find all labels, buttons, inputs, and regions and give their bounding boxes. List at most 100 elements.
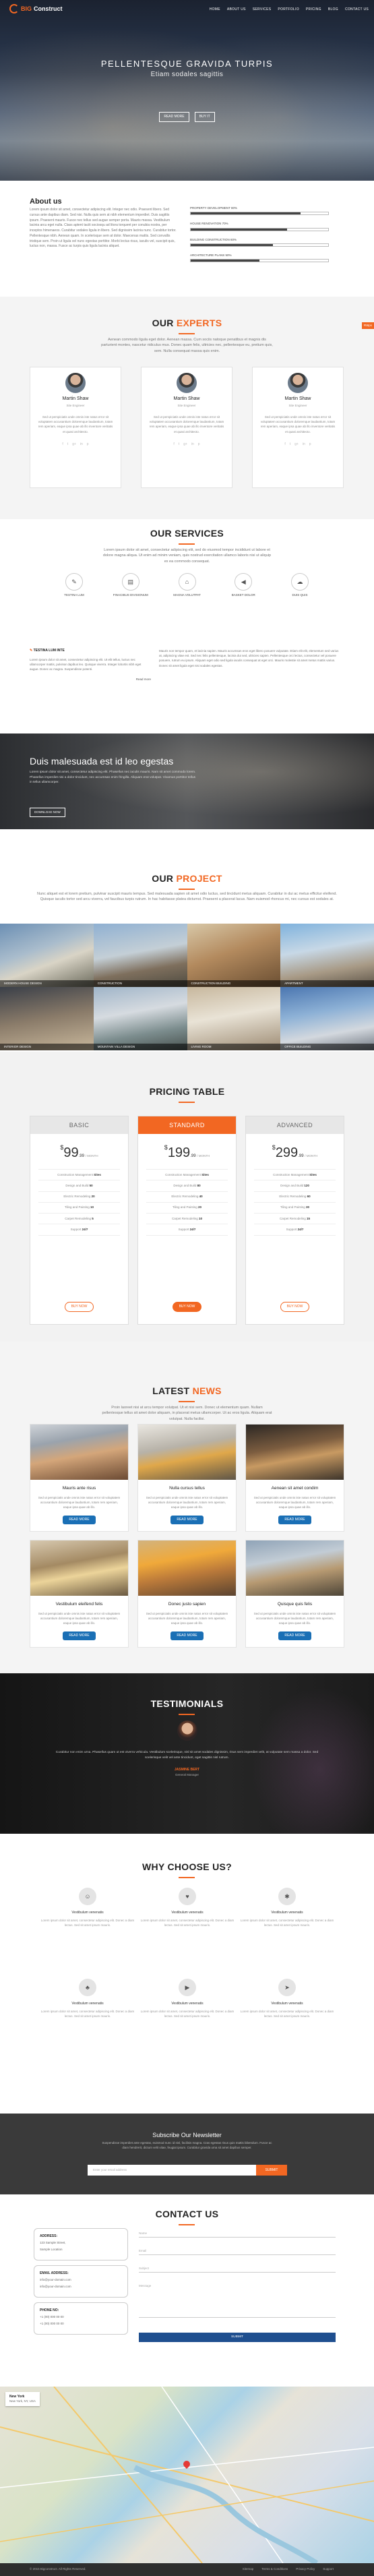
news-title[interactable]: Aenean sit amet condim: [246, 1485, 344, 1491]
choose-underline: [179, 1877, 195, 1878]
news-title[interactable]: Mauris ante risus: [30, 1485, 128, 1491]
service-item[interactable]: ▤ FINACIBUS DIVISIONUM: [111, 573, 151, 597]
news-image[interactable]: [246, 1540, 344, 1596]
hero-subtitle: Etiam sodales sagittis: [150, 71, 224, 78]
nav-pricing[interactable]: PRICING: [306, 7, 321, 12]
google-plus-icon[interactable]: g+: [72, 442, 76, 447]
skill-bar: PROPERTY DEVELOPMENT 80%: [190, 206, 329, 216]
message-field[interactable]: Message: [139, 2284, 336, 2318]
expert-name: Martin Shaw: [62, 396, 89, 401]
news-image[interactable]: [138, 1425, 236, 1480]
hero-read-more-button[interactable]: READ MORE: [159, 112, 189, 122]
pinterest-icon[interactable]: p: [87, 442, 89, 447]
footer-link-terms[interactable]: Terms & Conditions: [261, 2567, 288, 2571]
nav-contact[interactable]: CONTACT US: [345, 7, 369, 12]
map[interactable]: New York New York, NY, USA: [0, 2387, 374, 2563]
news-read-more-button[interactable]: READ MORE: [278, 1515, 311, 1524]
news-title[interactable]: Vestibulum eleifend felis: [30, 1601, 128, 1607]
news-title[interactable]: Quisque quis felis: [246, 1601, 344, 1607]
about-text: Lorem ipsum dolor sit amet, consectetur …: [30, 208, 177, 249]
facebook-icon[interactable]: f: [173, 442, 174, 447]
service-item[interactable]: ⌂ MAGNA VOLUTPAT: [167, 573, 208, 597]
service-item[interactable]: ☁ DUIS QUIS: [280, 573, 320, 597]
news-image[interactable]: [30, 1425, 128, 1480]
google-plus-icon[interactable]: g+: [294, 442, 299, 447]
plan-feature: Design and Build 80: [146, 1180, 228, 1192]
plan-feature: Electric Remodeling 60: [254, 1192, 336, 1203]
service-item[interactable]: ◀ BASKET DOLOR: [223, 573, 263, 597]
name-field[interactable]: Name: [139, 2231, 336, 2238]
project-tile[interactable]: CONSTRUCTION BUILDING: [187, 924, 281, 987]
buy-now-button[interactable]: BUY NOW: [172, 1302, 202, 1312]
footer-link-sitemap[interactable]: Sitemap: [243, 2567, 254, 2571]
footer-link-support[interactable]: Support: [323, 2567, 334, 2571]
plan-feature: Support 24/7: [254, 1224, 336, 1236]
expert-name: Martin Shaw: [173, 396, 200, 401]
service-item[interactable]: ✎ TESTINA LUM: [54, 573, 94, 597]
contact-submit-button[interactable]: SUBMIT: [139, 2333, 336, 2342]
google-plus-icon[interactable]: g+: [183, 442, 187, 447]
project-tile[interactable]: MOUNTAIN VILLA DESIGN: [93, 987, 187, 1050]
news-underline: [179, 1401, 195, 1402]
plan-features: Construction Management Sites Design and …: [146, 1169, 228, 1236]
subject-field[interactable]: Subject: [139, 2267, 336, 2273]
linkedin-icon[interactable]: in: [80, 442, 83, 447]
paper-plane-icon: ➤: [278, 1979, 296, 1996]
project-tile[interactable]: LIVING ROOM: [187, 987, 281, 1050]
linkedin-icon[interactable]: in: [303, 442, 305, 447]
news-read-more-button[interactable]: READ MORE: [170, 1631, 204, 1640]
news-card: Aenean sit amet condim Sed ut perspiciati…: [245, 1424, 344, 1532]
footer-link-privacy[interactable]: Privacy Policy: [296, 2567, 315, 2571]
nav-portfolio[interactable]: PORTFOLIO: [278, 7, 299, 12]
news-title[interactable]: Donec justo sapien: [138, 1601, 236, 1607]
nav-about[interactable]: ABOUT US: [227, 7, 246, 12]
news-read-more-button[interactable]: READ MORE: [278, 1631, 311, 1640]
download-now-button[interactable]: DOWNLOAD NOW: [30, 808, 65, 818]
project-tile[interactable]: CONSTRUCTION: [93, 924, 187, 987]
megaphone-icon: ◀: [235, 573, 253, 591]
project-tile[interactable]: APARTMENT: [280, 924, 374, 987]
buy-now-button[interactable]: BUY NOW: [64, 1302, 94, 1312]
plan-price: $199.99 / MONTH: [164, 1144, 210, 1160]
pinterest-icon[interactable]: p: [309, 442, 311, 447]
plan-feature: Electric Remodeling 40: [146, 1192, 228, 1203]
news-title[interactable]: Nulla cursus tellus: [138, 1485, 236, 1491]
logo[interactable]: BIG Construct: [9, 4, 63, 13]
newsletter-email-input[interactable]: Enter your email address: [88, 2165, 256, 2176]
pricing-plan: BASIC $99.99 / MONTH Construction Manageme…: [30, 1116, 129, 1325]
hero-buy-button[interactable]: BUY IT: [194, 112, 215, 122]
facebook-icon[interactable]: f: [284, 442, 285, 447]
linkedin-icon[interactable]: in: [191, 442, 194, 447]
nav-home[interactable]: HOME: [210, 7, 220, 12]
choose-title: Vestibulum venenatis: [171, 2002, 204, 2006]
news-image[interactable]: [30, 1540, 128, 1596]
project-tile[interactable]: INTERIOR DESIGN: [0, 987, 94, 1050]
twitter-icon[interactable]: t: [67, 442, 68, 447]
skill-bar: ARCHITECTURE PLANS 50%: [190, 253, 329, 263]
news-read-more-button[interactable]: READ MORE: [63, 1515, 96, 1524]
expert-role: Site Engineer: [177, 403, 196, 407]
project-caption: MOUNTAIN VILLA DESIGN: [93, 1043, 187, 1050]
hero-section: BIG Construct HOME ABOUT US SERVICES PORT…: [0, 0, 374, 181]
nav-blog[interactable]: BLOG: [328, 7, 338, 12]
news-read-more-button[interactable]: READ MORE: [170, 1515, 204, 1524]
project-tile[interactable]: MODERN HOUSE DESIGN: [0, 924, 94, 987]
choose-item: ☺ Vestibulum venenatis Lorem ipsum dolor s…: [40, 1888, 135, 1927]
project-caption: INTERIOR DESIGN: [0, 1043, 94, 1050]
plan-price: $299.99 / MONTH: [272, 1144, 318, 1160]
nav-services[interactable]: SERVICES: [253, 7, 272, 12]
feature-read-more-link[interactable]: Read more: [30, 678, 151, 682]
newsletter-submit-button[interactable]: SUBMIT: [256, 2165, 287, 2176]
buy-now-button[interactable]: BUY NOW: [280, 1302, 310, 1312]
news-text: Sed ut perspiciatis unde omnis iste natu…: [146, 1612, 228, 1625]
news-read-more-button[interactable]: READ MORE: [63, 1631, 96, 1640]
pinterest-icon[interactable]: p: [198, 442, 200, 447]
facebook-icon[interactable]: f: [62, 442, 63, 447]
email-field[interactable]: Email: [139, 2249, 336, 2256]
expert-card: Martin Shaw Site Engineer Sed ut perspic…: [30, 367, 121, 488]
banner-text: Lorem ipsum dolor sit amet, consectetur …: [30, 771, 196, 785]
news-image[interactable]: [246, 1425, 344, 1480]
project-tile[interactable]: OFFICE BUILDING: [280, 987, 374, 1050]
plan-feature: Construction Management Sites: [254, 1170, 336, 1181]
news-image[interactable]: [138, 1540, 236, 1596]
